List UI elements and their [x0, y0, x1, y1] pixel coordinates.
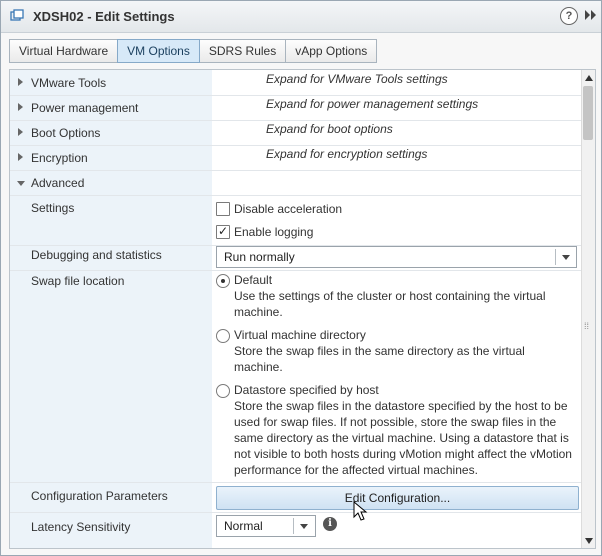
select-separator	[555, 249, 556, 265]
expand-arrow-icon[interactable]	[18, 78, 23, 86]
swap-datastore-desc-line: Store the swap files in the datastore sp…	[234, 399, 568, 413]
swap-location-label: Swap file location	[31, 274, 125, 288]
dialog-title: XDSH02 - Edit Settings	[33, 9, 175, 24]
tab-vapp-options[interactable]: vApp Options	[285, 39, 378, 63]
power-management-hint: Expand for power management settings	[266, 97, 479, 111]
row-divider	[10, 170, 581, 171]
scrollbar-thumb[interactable]	[583, 86, 593, 140]
collapse-arrow-icon[interactable]	[17, 181, 25, 186]
swap-default-radio[interactable]	[216, 274, 230, 288]
radio-selected-dot	[221, 279, 225, 283]
enable-logging-checkbox[interactable]: ✓	[216, 224, 230, 239]
disable-acceleration-label[interactable]: Disable acceleration	[234, 202, 342, 216]
vm-options-panel: VMware Tools Expand for VMware Tools set…	[9, 69, 596, 549]
row-divider	[10, 95, 581, 96]
swap-datastore-desc-line: not visible to both hosts during vMotion…	[234, 447, 572, 461]
swap-datastore-desc-line: performance for the affected virtual mac…	[234, 463, 478, 477]
disable-acceleration-checkbox[interactable]	[216, 202, 230, 216]
swap-vm-directory-label[interactable]: Virtual machine directory	[234, 328, 366, 342]
latency-sensitivity-label: Latency Sensitivity	[31, 520, 131, 534]
swap-datastore-desc-line: same directory as the virtual machine. U…	[234, 431, 569, 445]
mouse-cursor-icon	[353, 501, 368, 521]
enable-logging-label[interactable]: Enable logging	[234, 225, 313, 239]
chevron-down-icon	[300, 524, 308, 529]
debugging-value: Run normally	[224, 250, 295, 264]
title-bar: XDSH02 - Edit Settings ?	[1, 1, 601, 33]
row-divider	[10, 145, 581, 146]
latency-sensitivity-value: Normal	[224, 519, 263, 533]
row-divider	[10, 270, 581, 271]
swap-default-label[interactable]: Default	[234, 273, 272, 287]
swap-vm-directory-radio[interactable]	[216, 329, 230, 343]
swap-default-desc-line: machine.	[234, 305, 283, 319]
edit-configuration-button[interactable]: Edit Configuration...	[216, 486, 579, 510]
double-chevron-right-icon[interactable]	[584, 8, 598, 22]
row-divider	[10, 195, 581, 196]
tab-sdrs-rules[interactable]: SDRS Rules	[198, 39, 287, 63]
tab-virtual-hardware[interactable]: Virtual Hardware	[9, 39, 119, 63]
swap-vm-directory-desc-line: Store the swap files in the same directo…	[234, 344, 525, 358]
section-power-management[interactable]: Power management	[31, 101, 138, 115]
section-vmware-tools[interactable]: VMware Tools	[31, 76, 106, 90]
boot-options-hint: Expand for boot options	[266, 122, 393, 136]
info-icon[interactable]: i	[323, 517, 337, 531]
row-divider	[10, 512, 581, 513]
expand-arrow-icon[interactable]	[18, 128, 23, 136]
label-column	[10, 70, 212, 548]
encryption-hint: Expand for encryption settings	[266, 147, 428, 161]
tab-vm-options[interactable]: VM Options	[117, 39, 200, 63]
config-params-label: Configuration Parameters	[31, 489, 168, 503]
settings-label: Settings	[31, 201, 75, 215]
tab-bar: Virtual Hardware VM Options SDRS Rules v…	[9, 39, 378, 63]
resize-grip-icon[interactable]: ⁞⁞	[584, 321, 589, 331]
select-separator	[293, 518, 294, 534]
expand-arrow-icon[interactable]	[18, 103, 23, 111]
latency-sensitivity-select[interactable]: Normal	[216, 515, 316, 537]
scroll-up-arrow-icon[interactable]	[585, 75, 593, 81]
chevron-down-icon	[562, 255, 570, 260]
section-advanced[interactable]: Advanced	[31, 176, 84, 190]
section-boot-options[interactable]: Boot Options	[31, 126, 100, 140]
debugging-select[interactable]: Run normally	[216, 246, 577, 268]
swap-vm-directory-desc-line: machine.	[234, 360, 283, 374]
vertical-scrollbar[interactable]	[581, 70, 595, 548]
debugging-label: Debugging and statistics	[31, 248, 162, 262]
section-encryption[interactable]: Encryption	[31, 151, 88, 165]
row-divider	[10, 120, 581, 121]
vm-icon	[10, 9, 24, 21]
vmware-tools-hint: Expand for VMware Tools settings	[266, 72, 448, 86]
swap-datastore-radio[interactable]	[216, 384, 230, 398]
expand-arrow-icon[interactable]	[18, 153, 23, 161]
scroll-down-arrow-icon[interactable]	[585, 538, 593, 544]
edit-settings-dialog: XDSH02 - Edit Settings ? Virtual Hardwar…	[0, 0, 602, 556]
swap-datastore-desc-line: used for swap files. If not possible, st…	[234, 415, 557, 429]
row-divider	[10, 482, 581, 483]
help-icon[interactable]: ?	[560, 7, 578, 25]
checkmark-icon: ✓	[218, 224, 229, 238]
swap-datastore-label[interactable]: Datastore specified by host	[234, 383, 379, 397]
swap-default-desc-line: Use the settings of the cluster or host …	[234, 289, 546, 303]
